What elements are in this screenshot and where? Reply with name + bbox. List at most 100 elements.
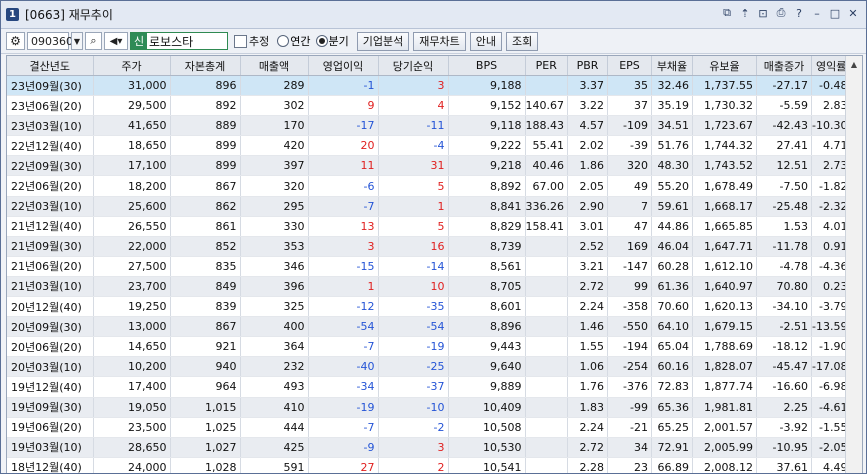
table-row[interactable]: 19년06월(20) 23,500 1,025 444 -7 -2 10,508 2.24 -2…	[7, 417, 852, 438]
table-row[interactable]: 23년06월(20) 29,500 892 302 9 4 9,152 140.67 3.22 3…	[7, 95, 852, 117]
column-header[interactable]: EPS	[607, 56, 652, 76]
table-row[interactable]: 20년03월(10) 10,200 940 232 -40 -25 9,640 1.06 -25…	[7, 356, 852, 378]
column-header[interactable]: 주가	[93, 56, 171, 76]
help-icon[interactable]: ?	[792, 6, 806, 20]
table-row[interactable]: 19년12월(40) 17,400 964 493 -34 -37 9,889 1.76 -37…	[7, 376, 852, 398]
column-header[interactable]: PBR	[567, 56, 608, 76]
guide-button[interactable]: 안내	[469, 31, 502, 51]
title-icons: ⧉ ⇡ ⊡ ⎙ ? – □ ✕	[720, 6, 860, 20]
column-header[interactable]: 유보율	[692, 56, 757, 76]
table-cell: -19	[378, 336, 449, 358]
table-cell: -4.78	[756, 256, 812, 277]
estimate-checkbox-box[interactable]	[234, 34, 247, 48]
table-cell: 899	[170, 135, 241, 157]
column-header[interactable]: 영업이익	[308, 56, 379, 76]
link-window-icon[interactable]: ⧉	[720, 6, 734, 20]
vertical-scrollbar[interactable]: ▲	[845, 56, 862, 473]
table-cell: -27.17	[756, 75, 812, 97]
maximize-icon[interactable]: □	[828, 6, 842, 20]
table-cell: 325	[240, 296, 309, 318]
financial-chart-button[interactable]: 재무차트	[413, 31, 466, 51]
table-row[interactable]: 21년12월(40) 26,550 861 330 13 5 8,829 158.41 3.01…	[7, 216, 852, 237]
table-cell: -34	[308, 376, 379, 398]
table-row[interactable]: 22년06월(20) 18,200 867 320 -6 5 8,892 67.00 2.05 4…	[7, 175, 852, 197]
table-cell: 2.90	[567, 196, 608, 217]
table-cell: 55.41	[525, 135, 568, 157]
table-cell: 41,650	[93, 115, 171, 137]
table-cell: 1,665.85	[692, 216, 757, 237]
table-cell: 35	[607, 75, 652, 97]
table-cell: 35.19	[651, 95, 693, 117]
table-row[interactable]: 20년12월(40) 19,250 839 325 -12 -35 8,601 2.24 -35…	[7, 296, 852, 318]
table-cell: 921	[170, 336, 241, 358]
table-cell: 51.76	[651, 135, 693, 157]
estimate-checkbox[interactable]: 추정	[234, 33, 269, 49]
capture-icon[interactable]: ⊡	[756, 6, 770, 20]
minimize-icon[interactable]: –	[810, 6, 824, 20]
stock-code-input[interactable]: 090360	[27, 32, 73, 50]
speaker-menu-icon[interactable]: ◀▾	[104, 32, 128, 50]
table-cell: 1,668.17	[692, 196, 757, 217]
quarterly-radio-circle[interactable]	[315, 35, 328, 47]
search-icon[interactable]: ⌕	[85, 32, 102, 50]
close-icon[interactable]: ✕	[846, 6, 860, 20]
table-cell: 8,601	[448, 296, 526, 318]
table-cell: -358	[607, 296, 652, 318]
table-cell: 899	[170, 155, 241, 177]
table-row[interactable]: 18년12월(40) 24,000 1,028 591 27 2 10,541 2.28 23 6…	[7, 457, 852, 473]
company-analysis-button[interactable]: 기업분석	[356, 31, 410, 51]
table-cell: -3.92	[756, 417, 812, 438]
query-button[interactable]: 조회	[505, 31, 539, 51]
table-row[interactable]: 23년09월(30) 31,000 896 289 -1 3 9,188 3.37 35 32.4…	[7, 75, 852, 97]
table-cell: 99	[607, 276, 652, 298]
code-dropdown-chevron-icon[interactable]: ▼	[71, 32, 83, 50]
table-cell: 295	[240, 196, 309, 217]
table-cell: 1.06	[567, 356, 608, 378]
table-cell: 896	[170, 75, 241, 97]
column-header[interactable]: 부채율	[651, 56, 693, 76]
quarterly-label: 분기	[328, 35, 349, 48]
table-row[interactable]: 22년03월(10) 25,600 862 295 -7 1 8,841 336.26 2.90…	[7, 196, 852, 217]
table-cell: 10,530	[448, 437, 526, 458]
table-cell: -11	[378, 115, 449, 137]
table-row[interactable]: 23년03월(10) 41,650 889 170 -17 -11 9,118 188.43 4…	[7, 115, 852, 137]
table-row[interactable]: 22년12월(40) 18,650 899 420 20 -4 9,222 55.41 2.02…	[7, 135, 852, 157]
table-row[interactable]: 20년06월(20) 14,650 921 364 -7 -19 9,443 1.55 -194…	[7, 336, 852, 358]
table-cell: 3.01	[567, 216, 608, 237]
column-header[interactable]: 당기순익	[378, 56, 449, 76]
column-header[interactable]: 자본총계	[170, 56, 241, 76]
scroll-up-icon[interactable]: ▲	[846, 56, 862, 72]
annual-radio[interactable]: 연간	[277, 33, 311, 49]
column-header[interactable]: 매출액	[240, 56, 309, 76]
table-cell: 65.25	[651, 417, 693, 438]
table-row[interactable]: 19년03월(10) 28,650 1,027 425 -9 3 10,530 2.72 34 7…	[7, 437, 852, 458]
table-row[interactable]: 20년09월(30) 13,000 867 400 -54 -54 8,896 1.46 -55…	[7, 316, 852, 338]
column-header[interactable]: BPS	[448, 56, 526, 76]
table-cell: 1,828.07	[692, 356, 757, 378]
annual-radio-circle[interactable]	[277, 35, 290, 47]
column-header[interactable]: 결산년도	[7, 56, 94, 76]
print-icon[interactable]: ⎙	[774, 6, 788, 20]
pin-top-icon[interactable]: ⇡	[738, 6, 752, 20]
table-cell: 444	[240, 417, 309, 438]
column-header[interactable]: PER	[525, 56, 568, 76]
quarterly-radio[interactable]: 분기	[315, 33, 349, 49]
table-cell: -37	[378, 376, 449, 398]
table-cell: 44.86	[651, 216, 693, 237]
table-cell: 70.80	[756, 276, 812, 298]
table-row[interactable]: 21년03월(10) 23,700 849 396 1 10 8,705 2.72 99 61.3…	[7, 276, 852, 298]
table-row[interactable]: 22년09월(30) 17,100 899 397 11 31 9,218 40.46 1.86…	[7, 155, 852, 177]
stock-name-field[interactable]: 신 로보스타	[130, 32, 228, 50]
table-cell: 867	[170, 316, 241, 338]
table-cell: 19년06월(20)	[7, 417, 94, 438]
table-cell: -12	[308, 296, 379, 318]
table-row[interactable]: 21년09월(30) 22,000 852 353 3 16 8,739 2.52 169 46.…	[7, 236, 852, 257]
settings-gear-icon[interactable]: ⚙	[6, 32, 25, 50]
table-cell: 20년03월(10)	[7, 356, 94, 378]
table-cell: 400	[240, 316, 309, 338]
table-cell: 1,744.32	[692, 135, 757, 157]
table-row[interactable]: 19년09월(30) 19,050 1,015 410 -19 -10 10,409 1.83…	[7, 397, 852, 418]
table-row[interactable]: 21년06월(20) 27,500 835 346 -15 -14 8,561 3.21 -14…	[7, 256, 852, 277]
column-header[interactable]: 매출증가	[756, 56, 812, 76]
financial-table-grid[interactable]: 결산년도 주가 자본총계 매출액 영업이익 당기순익 BPS PER PBR EPS 부채율 유보율 매…	[6, 55, 863, 473]
